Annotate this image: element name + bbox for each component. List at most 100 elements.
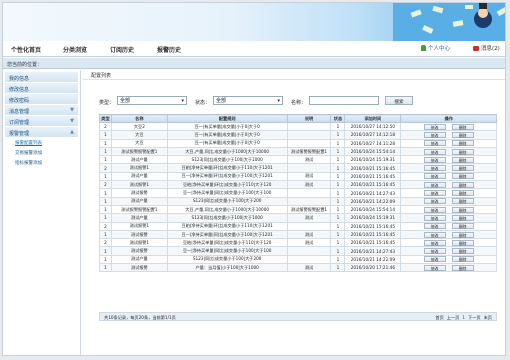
sidebar-item-label: 报警管理 [9, 131, 30, 137]
edit-button[interactable]: 修改 [423, 131, 446, 138]
cell-status: 1 [330, 138, 346, 148]
delete-button[interactable]: 删除 [451, 239, 474, 246]
delete-button[interactable]: 删除 [451, 248, 474, 255]
table-row: 1 测试产量 S123|同比|成交量小于100|大于200 1 2016/10/21 1… [99, 196, 497, 206]
cell-time: 2016/10/21 15:16:45 [344, 180, 402, 190]
col-status: 状态 [330, 114, 346, 123]
edit-button[interactable]: 修改 [423, 206, 446, 213]
pager-prev[interactable]: 上一页 [447, 315, 460, 321]
delete-button[interactable]: 删除 [451, 173, 474, 180]
search-button[interactable]: 搜索 [385, 96, 413, 105]
cell-desc [286, 246, 332, 256]
nav-alarm-history[interactable]: 报警历史 [157, 45, 181, 54]
cell-name: 测试报警 [110, 246, 168, 256]
name-input[interactable] [309, 96, 379, 105]
edit-button[interactable]: 修改 [423, 165, 446, 172]
sidebar-item-alarms[interactable]: 报警管理 ▲ [5, 127, 78, 138]
edit-button[interactable]: 修改 [423, 264, 446, 271]
messages-link[interactable]: 消息(2) [473, 44, 500, 52]
edit-button[interactable]: 修改 [423, 190, 446, 197]
cell-type: 1 [99, 188, 112, 198]
delete-button[interactable]: 删除 [451, 123, 474, 130]
type-label: 类型： [99, 100, 115, 106]
status-select[interactable]: 全部 ▾ [213, 96, 283, 105]
cell-status: 1 [330, 130, 346, 140]
edit-button[interactable]: 修改 [423, 148, 446, 155]
user-center-link[interactable]: 个人中心 [421, 44, 450, 52]
cell-actions: 修改 删除 [400, 196, 497, 206]
delete-button[interactable]: 删除 [451, 131, 474, 138]
delete-button[interactable]: 删除 [451, 198, 474, 205]
edit-button[interactable]: 修改 [423, 256, 446, 263]
main-panel: 配置列表 类型： 全部 ▾ 状态： 全部 ▾ 名称： 搜索 类型 名称 配置规则 [83, 70, 505, 355]
delete-button[interactable]: 删除 [451, 231, 474, 238]
delete-button[interactable]: 删除 [451, 223, 474, 230]
nav-home[interactable]: 个性化首页 [11, 45, 41, 54]
delete-button[interactable]: 删除 [451, 206, 474, 213]
sidebar-item-subscriptions[interactable]: 订阅管理 ▼ [5, 116, 78, 127]
col-type: 类型 [99, 114, 112, 123]
nav-subscription-history[interactable]: 订阅历史 [110, 45, 134, 54]
delete-button[interactable]: 删除 [451, 140, 474, 147]
delete-button[interactable]: 删除 [451, 214, 474, 221]
cell-status: 1 [330, 263, 346, 273]
chevron-down-icon: ▾ [277, 97, 280, 104]
delete-button[interactable]: 删除 [451, 190, 474, 197]
sidebar-item-edit-info[interactable]: 修改信息 [5, 83, 78, 94]
edit-button[interactable]: 修改 [423, 248, 446, 255]
chevron-down-icon: ▾ [181, 97, 184, 104]
pager-last[interactable]: 末页 [484, 315, 492, 321]
cell-desc [286, 254, 332, 265]
sidebar-sub-alarm-list[interactable]: 报警配置列表 [3, 138, 80, 148]
delete-button[interactable]: 删除 [451, 256, 474, 263]
delete-button[interactable]: 删除 [451, 181, 474, 188]
cell-time: 2016/10/21 14:22:09 [344, 254, 402, 265]
sidebar-sub-indicator-alarm-add[interactable]: 指标报警添加 [3, 158, 80, 168]
cell-type: 2 [99, 163, 112, 173]
edit-button[interactable]: 修改 [423, 214, 446, 221]
cell-rule: 豆一|有买单量|成交量|小于0|大于0 [166, 130, 288, 140]
edit-button[interactable]: 修改 [423, 239, 446, 246]
cell-type: 1 [99, 254, 112, 265]
pager-first[interactable]: 首页 [435, 315, 443, 321]
cell-rule: S123|同比|成交量小于100|大于1000 [166, 213, 288, 223]
delete-button[interactable]: 删除 [451, 148, 474, 155]
delete-button[interactable]: 删除 [451, 156, 474, 163]
cell-time: 2016/10/21 15:16:45 [344, 163, 402, 173]
sidebar-item-change-password[interactable]: 修改密码 [5, 94, 78, 105]
pager-next[interactable]: 下一页 [468, 315, 481, 321]
delete-button[interactable]: 删除 [451, 264, 474, 271]
sidebar-sub-trade-alarm-add[interactable]: 交易报警添加 [3, 148, 80, 158]
edit-button[interactable]: 修改 [423, 173, 446, 180]
cell-desc: 测试 [286, 213, 332, 223]
cell-name: 测试报警报警配置1 [110, 204, 168, 215]
cell-name: 测试产量 [110, 171, 168, 182]
pager-page[interactable]: 1 [462, 315, 465, 321]
cell-rule: 豆一|净持买单量|同比|成交量小于100|大于1201 [166, 229, 288, 240]
type-select[interactable]: 全部 ▾ [117, 96, 187, 105]
delete-button[interactable]: 删除 [451, 165, 474, 172]
cell-actions: 修改 删除 [400, 121, 497, 132]
edit-button[interactable]: 修改 [423, 156, 446, 163]
edit-button[interactable]: 修改 [423, 123, 446, 130]
edit-button[interactable]: 修改 [423, 181, 446, 188]
cell-rule: 大豆,产量,同比,成交量小于1000|大于10000 [166, 146, 288, 157]
edit-button[interactable]: 修改 [423, 231, 446, 238]
cell-actions: 修改 删除 [400, 138, 497, 148]
table-row: 2 测试报警1 豆粕|净持买单量|同比|成交量小于110|大于120 测试 1 2016/… [99, 238, 497, 248]
sidebar-item-messages[interactable]: 消息管理 ▼ [5, 105, 78, 116]
cell-actions: 修改 删除 [400, 180, 497, 190]
cell-desc [286, 138, 332, 148]
sidebar-item-label: 我的信息 [9, 76, 30, 82]
edit-button[interactable]: 修改 [423, 198, 446, 205]
nav-browse[interactable]: 分类浏览 [63, 45, 87, 54]
sidebar-item-my-info[interactable]: 我的信息 [5, 72, 78, 83]
edit-button[interactable]: 修改 [423, 140, 446, 147]
cell-type: 1 [99, 204, 112, 215]
sidebar-item-label: 消息管理 [9, 109, 30, 115]
cell-status: 1 [330, 163, 346, 173]
cell-time: 2016/10/24 15:19:31 [344, 213, 402, 223]
cell-actions: 修改 删除 [400, 221, 497, 231]
edit-button[interactable]: 修改 [423, 223, 446, 230]
cell-time: 2016/10/21 14:27:43 [344, 246, 402, 256]
